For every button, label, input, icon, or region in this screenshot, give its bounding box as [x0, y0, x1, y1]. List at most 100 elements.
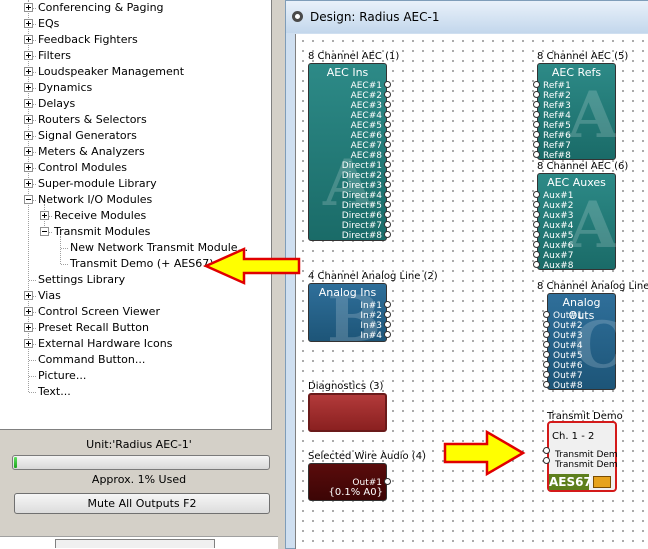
tree-item[interactable]: Meters & Analyzers	[0, 144, 271, 160]
tree-item[interactable]: Text...	[0, 384, 271, 400]
output-pin[interactable]	[384, 121, 391, 128]
expand-plus-icon[interactable]	[24, 3, 33, 12]
aec-refs-block[interactable]: AEC Refs A Ref#1 Ref#2 Ref#3 Ref#4 Ref#5 Ref#…	[537, 63, 618, 161]
analog-ins-block[interactable]: Analog Ins B In#1 In#2 In#3 In#4	[308, 282, 387, 357]
output-pin[interactable]	[384, 181, 391, 188]
output-pin[interactable]	[384, 111, 391, 118]
input-pin[interactable]	[533, 231, 540, 238]
collapse-minus-icon[interactable]	[24, 195, 33, 204]
output-pin[interactable]	[384, 201, 391, 208]
input-pin[interactable]	[533, 141, 540, 148]
aec-ins-block[interactable]: AEC Ins A AEC#1 AEC#2 AEC#3 AEC#4 AEC#5 AEC#6…	[308, 63, 387, 241]
tree-item[interactable]: Preset Recall Button	[0, 320, 271, 336]
input-pin[interactable]	[533, 121, 540, 128]
selected-wire-block[interactable]: {0.1% A0} Out#1	[308, 463, 387, 501]
expand-plus-icon[interactable]	[24, 115, 33, 124]
expand-plus-icon[interactable]	[24, 163, 33, 172]
tree-item[interactable]: Control Modules	[0, 160, 271, 176]
expand-plus-icon[interactable]	[24, 339, 33, 348]
expand-plus-icon[interactable]	[24, 291, 33, 300]
module-tree[interactable]: Conferencing & Paging EQs Feedback Fighter…	[0, 0, 272, 430]
input-pin[interactable]	[543, 381, 550, 388]
input-pin[interactable]	[543, 371, 550, 378]
output-pin[interactable]	[384, 301, 391, 308]
input-pin[interactable]	[543, 361, 550, 368]
tree-item[interactable]: Vias	[0, 288, 271, 304]
tree-item[interactable]: Signal Generators	[0, 128, 271, 144]
tree-item[interactable]: Picture...	[0, 368, 271, 384]
expand-plus-icon[interactable]	[40, 211, 49, 220]
collapse-minus-icon[interactable]	[40, 227, 49, 236]
expand-plus-icon[interactable]	[24, 99, 33, 108]
input-pin[interactable]	[533, 261, 540, 268]
input-pin[interactable]	[533, 201, 540, 208]
output-pin[interactable]	[384, 171, 391, 178]
tree-item[interactable]: Dynamics	[0, 80, 271, 96]
output-pin[interactable]	[384, 211, 391, 218]
expand-plus-icon[interactable]	[24, 83, 33, 92]
expand-plus-icon[interactable]	[24, 179, 33, 188]
input-pin[interactable]	[543, 321, 550, 328]
output-pin[interactable]	[384, 101, 391, 108]
analog-outs-block[interactable]: Analog Outs C Out#1 Out#2 Out#3 Out#4 Out#5 O…	[547, 293, 625, 391]
right-arrow-annotation	[443, 429, 526, 477]
tree-item[interactable]: EQs	[0, 16, 271, 32]
output-pin[interactable]	[384, 151, 391, 158]
output-pin[interactable]	[384, 478, 391, 485]
tree-item[interactable]: Filters	[0, 48, 271, 64]
input-pin[interactable]	[533, 221, 540, 228]
tree-item[interactable]: Feedback Fighters	[0, 32, 271, 48]
expand-plus-icon[interactable]	[24, 35, 33, 44]
tree-item[interactable]: Control Screen Viewer	[0, 304, 271, 320]
aec-auxes-block[interactable]: AEC Auxes A Aux#1 Aux#2 Aux#3 Aux#4 Aux#5 Aux…	[537, 173, 618, 271]
output-pin[interactable]	[384, 81, 391, 88]
diagnostics-block[interactable]	[308, 393, 387, 432]
tree-item[interactable]: Receive Modules	[0, 208, 271, 224]
tree-item[interactable]: Super-module Library	[0, 176, 271, 192]
design-title-bar[interactable]: Design: Radius AEC-1	[286, 1, 648, 33]
output-pin[interactable]	[384, 321, 391, 328]
input-pin[interactable]	[533, 241, 540, 248]
output-pin[interactable]	[384, 331, 391, 338]
tree-item[interactable]: Loudspeaker Management	[0, 64, 271, 80]
expand-plus-icon[interactable]	[24, 323, 33, 332]
input-pin[interactable]	[543, 341, 550, 348]
output-pin[interactable]	[384, 91, 391, 98]
input-pin[interactable]	[533, 191, 540, 198]
output-pin[interactable]	[384, 191, 391, 198]
transmit-demo-block[interactable]: Ch. 1 - 2 Transmit Dem Transmit Dem AES6…	[547, 421, 618, 492]
output-pin[interactable]	[384, 231, 391, 238]
output-pin[interactable]	[384, 311, 391, 318]
input-pin[interactable]	[533, 111, 540, 118]
expand-plus-icon[interactable]	[24, 51, 33, 60]
output-pin[interactable]	[384, 221, 391, 228]
transmit-demo-input-pin[interactable]	[543, 457, 550, 464]
output-pin[interactable]	[384, 141, 391, 148]
input-pin[interactable]	[533, 131, 540, 138]
expand-plus-icon[interactable]	[24, 131, 33, 140]
expand-plus-icon[interactable]	[24, 67, 33, 76]
input-pin[interactable]	[533, 151, 540, 158]
tree-item[interactable]: Routers & Selectors	[0, 112, 271, 128]
tree-item[interactable]: Command Button...	[0, 352, 271, 368]
tree-item[interactable]: Network I/O Modules	[0, 192, 271, 208]
input-pin[interactable]	[533, 91, 540, 98]
expand-plus-icon[interactable]	[24, 19, 33, 28]
input-pin[interactable]	[543, 311, 550, 318]
input-pin[interactable]	[533, 251, 540, 258]
input-pin[interactable]	[533, 101, 540, 108]
transmit-demo-input-pin[interactable]	[543, 447, 550, 454]
tree-item[interactable]: External Hardware Icons	[0, 336, 271, 352]
tree-item[interactable]: Transmit Modules	[0, 224, 271, 240]
tree-item[interactable]: Conferencing & Paging	[0, 0, 271, 16]
expand-plus-icon[interactable]	[24, 307, 33, 316]
input-pin[interactable]	[543, 331, 550, 338]
input-pin[interactable]	[533, 211, 540, 218]
output-pin[interactable]	[384, 131, 391, 138]
input-pin[interactable]	[533, 81, 540, 88]
input-pin[interactable]	[543, 351, 550, 358]
expand-plus-icon[interactable]	[24, 147, 33, 156]
tree-item[interactable]: Delays	[0, 96, 271, 112]
output-pin[interactable]	[384, 161, 391, 168]
mute-all-outputs-button[interactable]: Mute All Outputs F2	[14, 493, 270, 514]
